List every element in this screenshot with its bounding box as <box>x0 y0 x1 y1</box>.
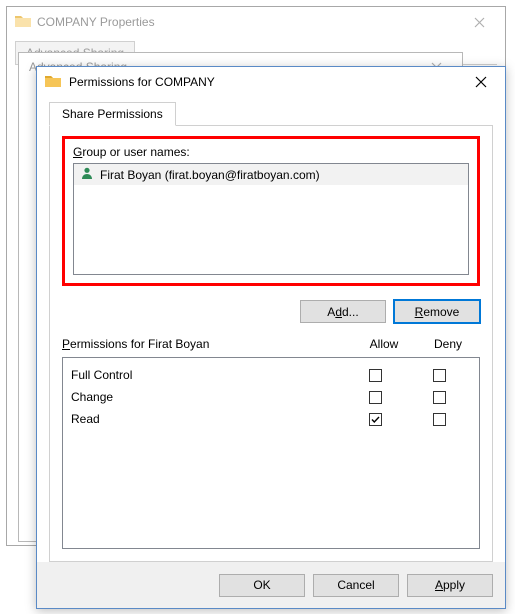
folder-icon <box>45 74 61 91</box>
permission-name: Change <box>71 390 343 404</box>
dialog-footer: OK Cancel Apply <box>37 562 505 608</box>
group-user-names-label: Group or user names: <box>73 145 469 159</box>
close-icon <box>459 10 499 34</box>
permissions-list: Full Control Change Read <box>62 357 480 549</box>
checkbox-allow-full-control[interactable] <box>369 369 382 382</box>
permissions-dialog-title: Permissions for COMPANY <box>69 75 459 89</box>
column-allow: Allow <box>352 337 416 351</box>
permissions-dialog-titlebar[interactable]: Permissions for COMPANY <box>37 67 505 97</box>
permission-row: Change <box>71 386 471 408</box>
user-display-name: Firat Boyan (firat.boyan@firatboyan.com) <box>100 168 320 182</box>
permission-row: Read <box>71 408 471 430</box>
permission-name: Full Control <box>71 368 343 382</box>
checkbox-deny-read[interactable] <box>433 413 446 426</box>
remove-button[interactable]: Remove <box>394 300 480 323</box>
permission-row: Full Control <box>71 364 471 386</box>
permissions-for-label: Permissions for Firat Boyan <box>62 337 352 351</box>
background-dialog-properties-title: COMPANY Properties <box>37 15 459 29</box>
add-button[interactable]: Add... <box>300 300 386 323</box>
user-icon <box>80 166 94 183</box>
checkbox-deny-change[interactable] <box>433 391 446 404</box>
apply-button[interactable]: Apply <box>407 574 493 597</box>
checkbox-allow-read[interactable] <box>369 413 382 426</box>
ok-button[interactable]: OK <box>219 574 305 597</box>
background-dialog-properties-titlebar: COMPANY Properties <box>7 7 505 37</box>
user-list[interactable]: Firat Boyan (firat.boyan@firatboyan.com) <box>73 163 469 275</box>
column-deny: Deny <box>416 337 480 351</box>
tab-share-permissions[interactable]: Share Permissions <box>49 102 176 126</box>
tab-panel: Group or user names: Firat Boyan (firat.… <box>49 125 493 562</box>
highlight-group-users: Group or user names: Firat Boyan (firat.… <box>62 136 480 286</box>
cancel-button[interactable]: Cancel <box>313 574 399 597</box>
checkbox-allow-change[interactable] <box>369 391 382 404</box>
permissions-header: Permissions for Firat Boyan Allow Deny <box>62 337 480 351</box>
folder-icon <box>15 14 31 31</box>
permission-name: Read <box>71 412 343 426</box>
list-item[interactable]: Firat Boyan (firat.boyan@firatboyan.com) <box>74 164 468 185</box>
permissions-dialog: Permissions for COMPANY Share Permission… <box>36 66 506 609</box>
close-button[interactable] <box>459 68 503 96</box>
checkbox-deny-full-control[interactable] <box>433 369 446 382</box>
